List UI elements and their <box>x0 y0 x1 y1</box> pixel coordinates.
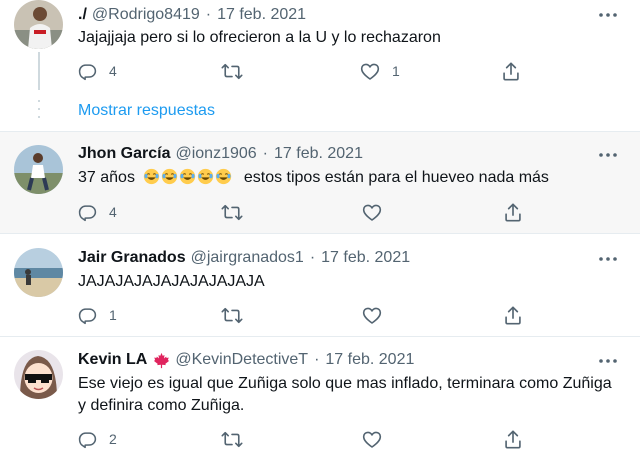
tweet-text-prefix: 37 años <box>78 169 135 186</box>
share-button[interactable] <box>504 428 522 450</box>
like-icon <box>362 306 382 325</box>
user-handle[interactable]: @ionz1906 <box>175 145 256 163</box>
user-handle[interactable]: @Rodrigo8419 <box>92 6 200 24</box>
like-button[interactable] <box>362 428 394 450</box>
user-handle[interactable]: @jairgranados1 <box>191 249 304 267</box>
emoji-row <box>143 168 233 186</box>
thread-line <box>38 52 40 90</box>
like-button[interactable]: 1 <box>360 60 400 82</box>
tweet-text-suffix: estos tipos están para el hueveo nada má… <box>243 169 549 186</box>
reply-count: 1 <box>109 307 117 323</box>
like-icon <box>362 203 382 222</box>
tweet-date[interactable]: 17 feb. 2021 <box>325 351 414 369</box>
separator-dot: · <box>309 249 316 266</box>
reply-icon <box>78 203 97 222</box>
tweet-header: Jhon García @ionz1906 · 17 feb. 2021 <box>78 143 363 165</box>
like-button[interactable] <box>362 201 394 223</box>
more-icon[interactable] <box>598 351 618 371</box>
reply-button[interactable]: 1 <box>78 304 117 326</box>
tweet-rodrigo[interactable]: ./ @Rodrigo8419 · 17 feb. 2021 Jajajjaja… <box>0 0 640 93</box>
tweet-date[interactable]: 17 feb. 2021 <box>321 249 410 267</box>
share-icon <box>504 429 522 449</box>
retweet-button[interactable] <box>221 201 255 223</box>
reply-count: 4 <box>109 63 117 79</box>
reply-button[interactable]: 4 <box>78 60 117 82</box>
display-name[interactable]: ./ <box>78 6 87 24</box>
separator-dot: · <box>262 145 268 162</box>
joy-emoji-icon <box>197 168 214 185</box>
display-name[interactable]: Jhon García <box>78 145 170 163</box>
like-icon <box>360 62 380 81</box>
user-handle[interactable]: @KevinDetectiveT <box>175 351 308 369</box>
show-replies-link[interactable]: Mostrar respuestas <box>78 102 215 120</box>
joy-emoji-icon <box>143 168 160 185</box>
tweet-text: 37 años estos tipos están para el hueveo… <box>78 167 612 189</box>
joy-emoji-icon <box>161 168 178 185</box>
display-name[interactable]: Jair Granados <box>78 249 186 267</box>
tweet-jair[interactable]: Jair Granados @jairgranados1 · 17 feb. 2… <box>0 234 640 336</box>
separator-dot: · <box>205 6 212 23</box>
reply-count: 2 <box>109 431 117 447</box>
avatar[interactable] <box>14 0 63 49</box>
share-button[interactable] <box>502 60 520 82</box>
tweet-actions: 4 1 <box>78 60 528 82</box>
more-icon[interactable] <box>598 249 618 269</box>
more-icon[interactable] <box>598 145 618 165</box>
tweet-jhon[interactable]: Jhon García @ionz1906 · 17 feb. 2021 37 … <box>0 132 640 233</box>
tweet-date[interactable]: 17 feb. 2021 <box>274 145 363 163</box>
joy-emoji-icon <box>215 168 232 185</box>
retweet-button[interactable] <box>221 428 255 450</box>
tweet-actions: 4 <box>78 201 528 223</box>
tweet-actions: 1 <box>78 304 528 326</box>
retweet-icon <box>221 306 243 325</box>
avatar[interactable] <box>14 145 63 194</box>
reply-button[interactable]: 4 <box>78 201 117 223</box>
tweet-header: Jair Granados @jairgranados1 · 17 feb. 2… <box>78 247 410 269</box>
tweet-header: Kevin LA @KevinDetectiveT · 17 feb. 2021 <box>78 349 414 371</box>
tweet-text: Ese viejo es igual que Zuñiga solo que m… <box>78 375 612 414</box>
reply-button[interactable]: 2 <box>78 428 117 450</box>
thread-dot <box>38 108 40 110</box>
more-icon[interactable] <box>598 5 618 25</box>
tweet-kevin[interactable]: Kevin LA @KevinDetectiveT · 17 feb. 2021… <box>0 337 640 474</box>
tweet-text: Jajajjaja pero si lo ofrecieron a la U y… <box>78 29 441 46</box>
share-button[interactable] <box>504 201 522 223</box>
share-icon <box>504 305 522 325</box>
reply-icon <box>78 62 97 81</box>
separator-dot: · <box>314 351 320 368</box>
share-icon <box>504 202 522 222</box>
reply-icon <box>78 430 97 449</box>
retweet-button[interactable] <box>221 304 255 326</box>
tweet-header: ./ @Rodrigo8419 · 17 feb. 2021 <box>78 4 306 26</box>
retweet-icon <box>221 62 243 81</box>
reply-icon <box>78 306 97 325</box>
retweet-icon <box>221 430 243 449</box>
joy-emoji-icon <box>179 168 196 185</box>
like-count: 1 <box>392 63 400 79</box>
avatar[interactable] <box>14 248 63 297</box>
thread-dot <box>38 116 40 118</box>
like-button[interactable] <box>362 304 394 326</box>
thread-dot <box>38 100 40 102</box>
display-name[interactable]: Kevin LA <box>78 351 147 369</box>
like-icon <box>362 430 382 449</box>
tweet-actions: 2 <box>78 428 528 450</box>
tweet-text: JAJAJAJAJAJAJAJAJAJA <box>78 273 265 290</box>
retweet-icon <box>221 203 243 222</box>
avatar[interactable] <box>14 350 63 399</box>
tweet-date[interactable]: 17 feb. 2021 <box>217 6 306 24</box>
maple-leaf-icon <box>153 352 170 369</box>
retweet-button[interactable] <box>221 60 255 82</box>
reply-count: 4 <box>109 204 117 220</box>
share-icon <box>502 61 520 81</box>
share-button[interactable] <box>504 304 522 326</box>
